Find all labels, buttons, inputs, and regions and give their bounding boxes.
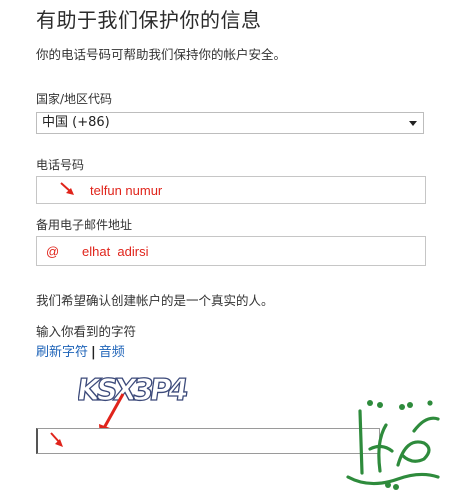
phone-number-label: 电话号码: [36, 158, 85, 172]
link-separator: |: [91, 345, 96, 360]
captcha-input-arrow-icon: [50, 432, 63, 447]
country-code-value: 中国 (+86): [42, 115, 110, 130]
captcha-prompt: 输入你看到的字符: [36, 324, 137, 339]
phone-annotation: telfun numur: [90, 183, 163, 198]
page-title: 有助于我们保护你的信息: [36, 8, 262, 32]
country-code-select[interactable]: 中国 (+86): [36, 112, 424, 134]
page-subtitle: 你的电话号码可帮助我们保持你的帐户安全。: [36, 47, 287, 62]
country-code-label: 国家/地区代码: [36, 92, 113, 106]
email-annotation: elhat adirsi: [82, 244, 149, 259]
audio-link[interactable]: 音频: [99, 345, 125, 360]
verification-text: 我们希望确认创建帐户的是一个真实的人。: [36, 293, 274, 308]
calligraphy-watermark-logo: [346, 400, 440, 490]
annotation-arrow-icon: [60, 182, 74, 195]
captcha-input[interactable]: [36, 428, 380, 454]
captcha-links: 刷新字符 | 音频: [36, 341, 125, 360]
dropdown-arrow-icon: [409, 121, 417, 126]
email-annotation-at: @: [46, 244, 60, 259]
refresh-characters-link[interactable]: 刷新字符: [36, 345, 88, 360]
alt-email-label: 备用电子邮件地址: [36, 218, 133, 232]
